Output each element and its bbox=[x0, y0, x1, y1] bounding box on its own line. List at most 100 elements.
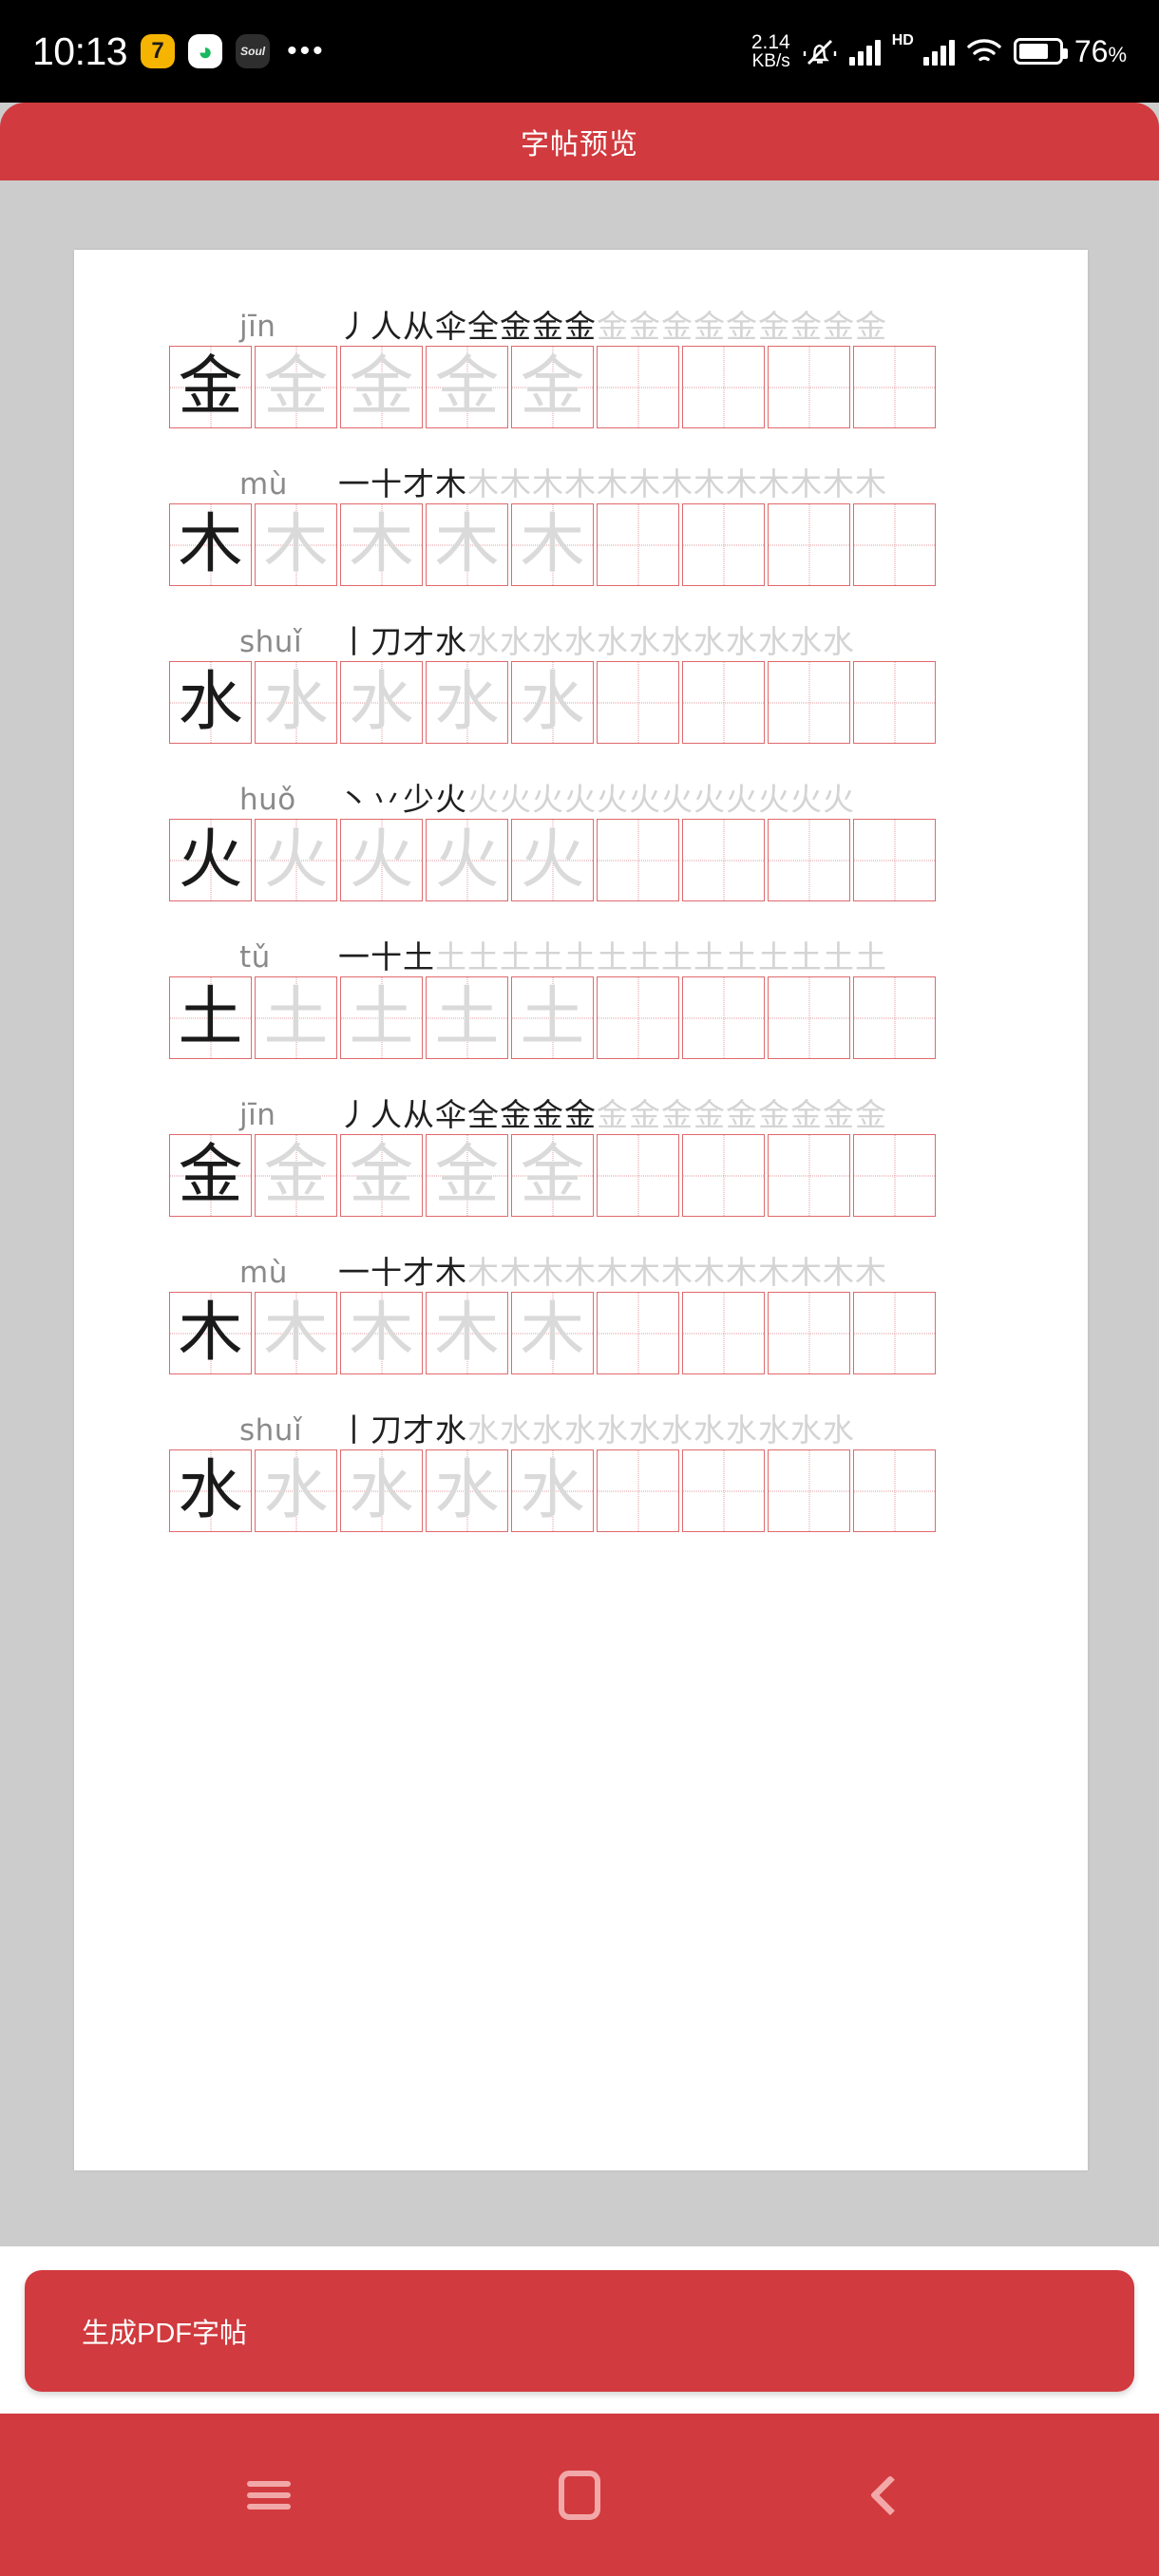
home-icon[interactable] bbox=[522, 2438, 636, 2552]
stroke-ghost-char: 土 bbox=[790, 941, 822, 973]
practice-cell bbox=[682, 976, 765, 1059]
stroke-ghost-char: 木 bbox=[855, 468, 886, 500]
practice-character: 木 bbox=[178, 1295, 243, 1371]
stroke-ghost-char: 金 bbox=[694, 311, 725, 342]
stroke-ghost-char: 金 bbox=[790, 1099, 822, 1130]
menu-icon[interactable] bbox=[212, 2438, 326, 2552]
stroke-ghost-char: 火 bbox=[694, 784, 725, 815]
stroke-step: 人 bbox=[370, 311, 402, 342]
stroke-ghost-char: 木 bbox=[467, 1257, 499, 1288]
worksheet-row: shuǐ 丨刀才水水水水水水水水水水水水水水水水水水 bbox=[169, 1406, 1015, 1532]
practice-character: 火 bbox=[178, 822, 243, 898]
page-title: 字帖预览 bbox=[521, 129, 638, 161]
stroke-ghost-char: 水 bbox=[758, 1414, 789, 1446]
practice-character: 金 bbox=[349, 349, 414, 425]
stroke-ghost-char: 火 bbox=[597, 784, 628, 815]
battery-percent: 76% bbox=[1074, 34, 1127, 69]
practice-cell bbox=[768, 346, 850, 428]
practice-cell bbox=[768, 1292, 850, 1374]
practice-character: 木 bbox=[434, 1295, 500, 1371]
practice-cell bbox=[682, 1292, 765, 1374]
stroke-ghost-char: 土 bbox=[597, 941, 628, 973]
stroke-step: 丿 bbox=[338, 311, 370, 342]
battery-percent-symbol: % bbox=[1108, 42, 1127, 66]
cell-horizontal-guide bbox=[683, 544, 764, 545]
stroke-ghost-char: 木 bbox=[726, 1257, 757, 1288]
practice-cell bbox=[597, 503, 679, 586]
stroke-step: 十 bbox=[370, 1257, 402, 1288]
cell-horizontal-guide bbox=[598, 1333, 678, 1334]
pinyin-label: mù bbox=[239, 467, 288, 502]
cell-horizontal-guide bbox=[854, 1333, 935, 1334]
practice-character: 水 bbox=[349, 664, 414, 740]
stroke-ghost-char: 土 bbox=[532, 941, 563, 973]
worksheet-row: shuǐ 丨刀才水水水水水水水水水水水水水水水水水水 bbox=[169, 617, 1015, 744]
pinyin-label: mù bbox=[239, 1256, 288, 1290]
stroke-ghost-char: 木 bbox=[694, 1257, 725, 1288]
practice-character: 土 bbox=[178, 979, 243, 1055]
cell-horizontal-guide bbox=[854, 1017, 935, 1018]
pinyin-label: huǒ bbox=[239, 783, 296, 817]
stroke-ghost-char: 土 bbox=[661, 941, 693, 973]
stroke-ghost-char: 木 bbox=[532, 1257, 563, 1288]
row-header: shuǐ 丨刀才水水水水水水水水水水水水水 bbox=[169, 617, 1015, 657]
stroke-ghost-char: 金 bbox=[661, 311, 693, 342]
stroke-ghost-char: 金 bbox=[629, 1099, 660, 1130]
worksheet-row: jīn 丿人从伞全金金金金金金金金金金金金金金金金金 bbox=[169, 302, 1015, 428]
cell-horizontal-guide bbox=[683, 1175, 764, 1176]
row-header: mù 一十才木木木木木木木木木木木木木木 bbox=[169, 460, 1015, 500]
stroke-step: 丨 bbox=[338, 1414, 370, 1446]
worksheet-row: mù 一十才木木木木木木木木木木木木木木木木木木木 bbox=[169, 460, 1015, 586]
practice-grid: 土土土土土 bbox=[169, 976, 1015, 1059]
pinyin-label: tǔ bbox=[239, 940, 271, 975]
practice-cell bbox=[853, 819, 936, 901]
practice-character: 水 bbox=[178, 1452, 243, 1528]
preview-scroll-area[interactable]: jīn 丿人从伞全金金金金金金金金金金金金金金金金金 mù 一十才木木木木木木木木木木… bbox=[0, 180, 1159, 2246]
cell-horizontal-guide bbox=[854, 1175, 935, 1176]
practice-character: 木 bbox=[349, 1295, 414, 1371]
stroke-step: 刀 bbox=[370, 1414, 402, 1446]
practice-cell bbox=[768, 976, 850, 1059]
stroke-ghost-char: 水 bbox=[726, 1414, 757, 1446]
stroke-ghost-char: 木 bbox=[661, 468, 693, 500]
stroke-step: 金 bbox=[532, 1099, 563, 1130]
cell-horizontal-guide bbox=[598, 702, 678, 703]
network-speed-value: 2.14 bbox=[750, 30, 790, 53]
row-header: shuǐ 丨刀才水水水水水水水水水水水水水 bbox=[169, 1406, 1015, 1446]
status-bar-left: 10:13 ◕ Soul ••• bbox=[32, 31, 326, 71]
practice-cell: 水 bbox=[511, 661, 594, 744]
back-icon[interactable] bbox=[833, 2438, 947, 2552]
stroke-ghost-char: 木 bbox=[726, 468, 757, 500]
stroke-step: 少 bbox=[403, 784, 434, 815]
practice-cell: 木 bbox=[169, 503, 252, 586]
home-icon-glyph bbox=[558, 2470, 600, 2520]
stroke-ghost-char: 火 bbox=[661, 784, 693, 815]
stroke-step: 金 bbox=[564, 1099, 596, 1130]
cell-horizontal-guide bbox=[683, 1017, 764, 1018]
practice-cell bbox=[682, 819, 765, 901]
stroke-ghost-char: 水 bbox=[629, 1414, 660, 1446]
stroke-ghost-char: 火 bbox=[726, 784, 757, 815]
stroke-step: 十 bbox=[370, 468, 402, 500]
practice-cell: 水 bbox=[255, 1449, 337, 1532]
practice-cell: 土 bbox=[340, 976, 423, 1059]
stroke-ghost-char: 水 bbox=[467, 626, 499, 657]
stroke-step: 一 bbox=[338, 468, 370, 500]
stroke-ghost-char: 木 bbox=[790, 1257, 822, 1288]
pinyin-label: shuǐ bbox=[239, 625, 303, 659]
practice-character: 水 bbox=[178, 664, 243, 740]
stroke-ghost-char: 土 bbox=[823, 941, 854, 973]
stroke-ghost-char: 金 bbox=[758, 1099, 789, 1130]
stroke-ghost-char: 水 bbox=[532, 626, 563, 657]
cell-horizontal-guide bbox=[769, 387, 849, 388]
stroke-ghost-char: 水 bbox=[823, 626, 854, 657]
stroke-ghost-char: 木 bbox=[564, 1257, 596, 1288]
battery-percent-value: 76 bbox=[1074, 33, 1109, 68]
practice-character: 火 bbox=[434, 822, 500, 898]
generate-pdf-button[interactable]: 生成PDF字帖 bbox=[25, 2270, 1134, 2392]
cell-horizontal-guide bbox=[854, 387, 935, 388]
stroke-step: 土 bbox=[403, 941, 434, 973]
stroke-step: 木 bbox=[435, 468, 466, 500]
row-header: tǔ 一十土土土土土土土土土土土土土土土 bbox=[169, 933, 1015, 973]
stroke-ghost-char: 水 bbox=[564, 626, 596, 657]
